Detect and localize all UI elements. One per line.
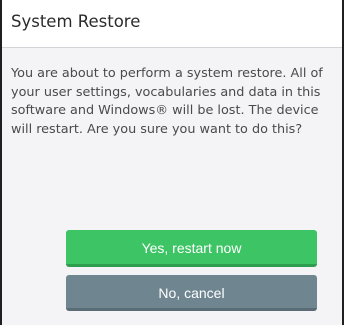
cancel-button[interactable]: No, cancel [66,275,317,311]
dialog-message: You are about to perform a system restor… [11,66,323,137]
dialog-header: System Restore [2,0,342,48]
restart-now-button[interactable]: Yes, restart now [66,230,317,267]
dialog-title: System Restore [11,12,141,31]
system-restore-dialog: System Restore You are about to perform … [0,0,344,325]
